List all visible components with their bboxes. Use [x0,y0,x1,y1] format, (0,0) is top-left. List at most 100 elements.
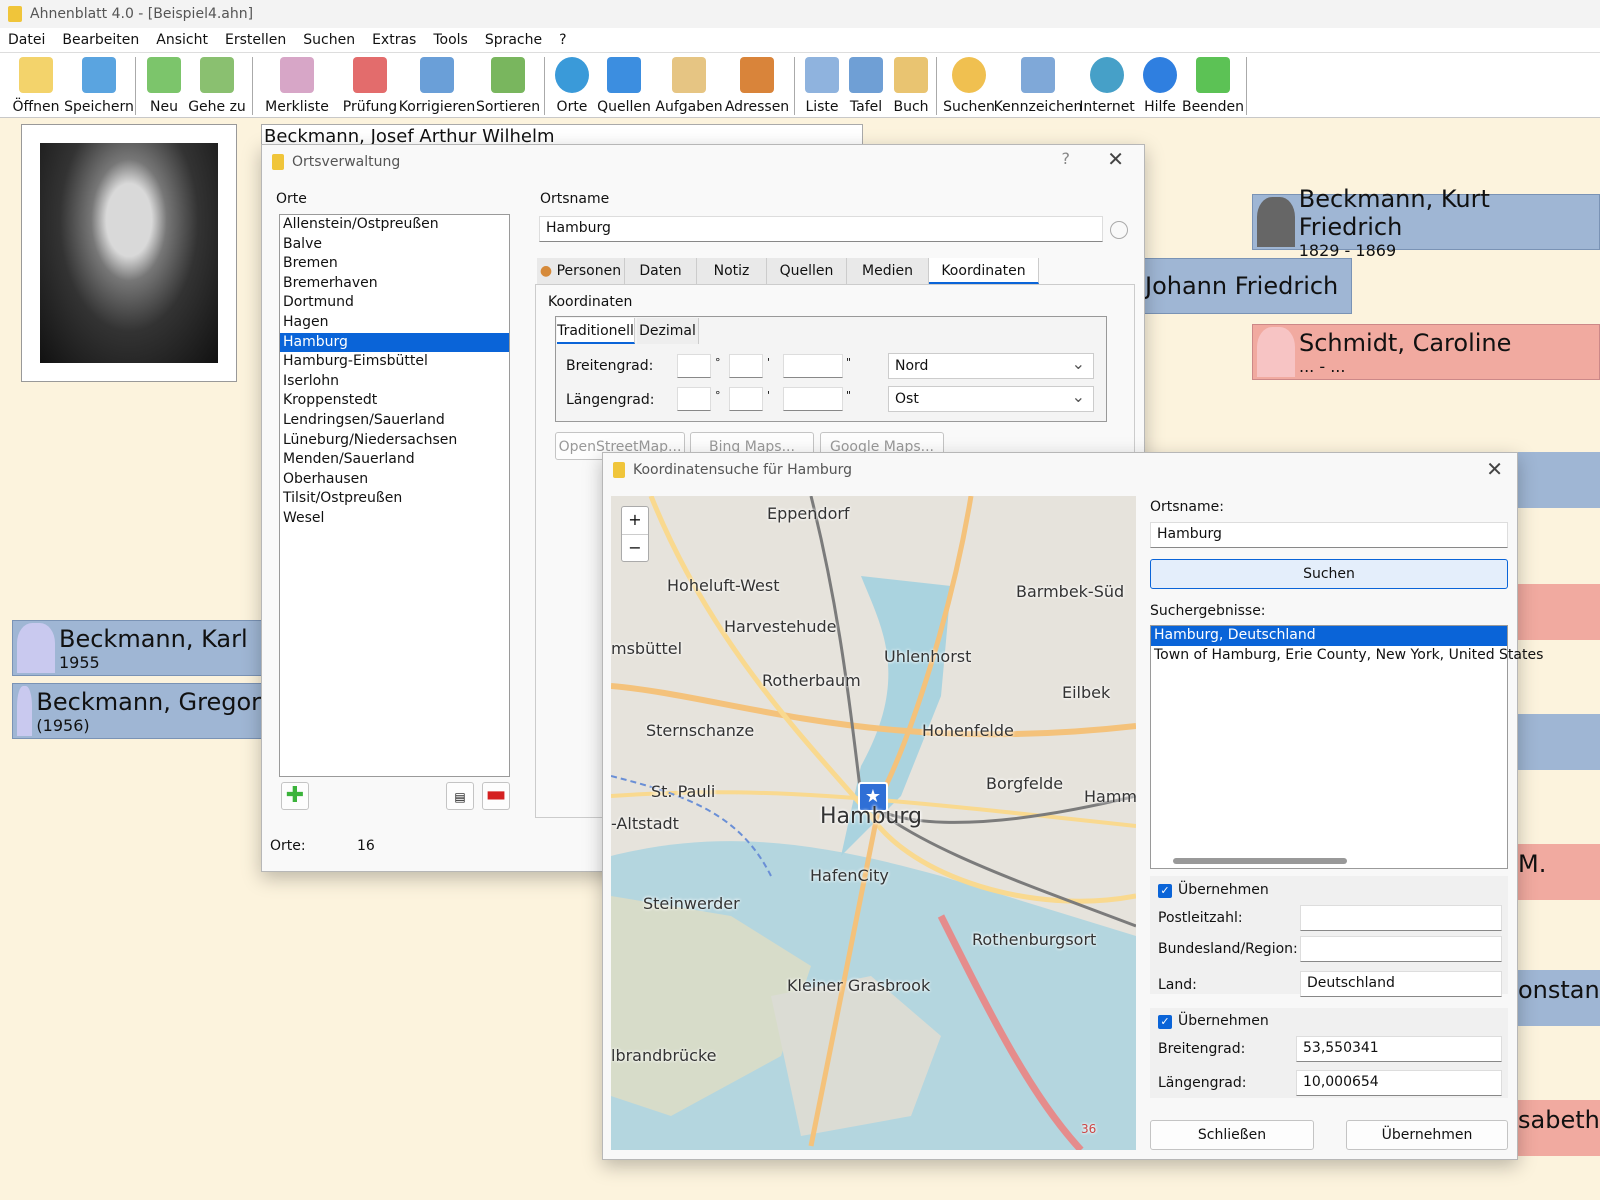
toolbar-aufgaben-button[interactable]: Aufgaben [655,55,723,117]
close-button[interactable]: Schließen [1150,1120,1314,1150]
menu-suchen[interactable]: Suchen [303,32,355,48]
person-card-kurt-friedrich[interactable]: Beckmann, Kurt Friedrich 1829 - 1869 [1252,185,1600,260]
result-item-selected[interactable]: Hamburg, Deutschland [1151,626,1507,646]
merge-place-button[interactable]: ▤ [446,782,474,810]
lon-direction-select[interactable]: Ost [888,386,1094,412]
zoom-out-button[interactable]: − [622,535,648,562]
list-item[interactable]: Dortmund [280,293,509,313]
menu-ansicht[interactable]: Ansicht [156,32,208,48]
delete-place-button[interactable]: ▬ [482,782,510,810]
tab-daten[interactable]: Daten [625,258,697,284]
list-item[interactable]: Lüneburg/Niedersachsen [280,431,509,451]
toolbar-pruefung-button[interactable]: Prüfung [342,55,398,117]
person-card-partial[interactable] [1518,584,1600,640]
uebernehmen-address-checkbox[interactable]: ✓ Übernehmen [1158,882,1269,898]
toolbar-open-button[interactable]: Öffnen [10,55,62,117]
list-item[interactable]: Hamburg-Eimsbüttel [280,352,509,372]
lon-seconds-input[interactable] [783,387,843,411]
help-icon[interactable]: ? [1062,149,1071,168]
subtab-traditionell[interactable]: Traditionell [557,318,635,344]
close-icon[interactable]: ✕ [1107,147,1124,171]
tab-koordinaten[interactable]: Koordinaten [929,258,1039,284]
toolbar-sortieren-button[interactable]: Sortieren [476,55,540,117]
result-item[interactable]: Town of Hamburg, Erie County, New York, … [1151,646,1543,666]
toolbar-merkliste-button[interactable]: Merkliste [265,55,329,117]
toolbar-adressen-button[interactable]: Adressen [725,55,789,117]
list-item[interactable]: Balve [280,235,509,255]
list-item[interactable]: Iserlohn [280,372,509,392]
toolbar-goto-button[interactable]: Gehe zu [188,55,246,117]
tab-notiz[interactable]: Notiz [697,258,767,284]
person-card-partial[interactable] [1518,452,1600,508]
toolbar-internet-button[interactable]: Internet [1079,55,1135,117]
list-item[interactable]: Menden/Sauerland [280,450,509,470]
toolbar-hilfe-button[interactable]: Hilfe [1140,55,1180,117]
tab-quellen[interactable]: Quellen [767,258,847,284]
toolbar-quellen-button[interactable]: Quellen [597,55,651,117]
ortsname-input[interactable]: Hamburg [539,216,1103,242]
land-input[interactable]: Deutschland [1300,971,1502,997]
koord-ortsname-input[interactable]: Hamburg [1150,522,1508,548]
list-item[interactable]: Bremerhaven [280,274,509,294]
close-icon[interactable]: ✕ [1486,457,1503,481]
toolbar-korrigieren-button[interactable]: Korrigieren [399,55,475,117]
person-card-partial[interactable] [1518,714,1600,770]
toolbar-suchen-button[interactable]: Suchen [943,55,995,117]
menu-help[interactable]: ? [559,32,566,48]
search-results-list[interactable]: Hamburg, Deutschland Town of Hamburg, Er… [1150,625,1543,869]
person-card-partial[interactable]: onstant [1518,970,1600,1026]
places-list[interactable]: Allenstein/Ostpreußen Balve Bremen Breme… [279,214,510,777]
list-item[interactable]: Lendringsen/Sauerland [280,411,509,431]
add-place-button[interactable]: ✚ [281,782,309,810]
menu-tools[interactable]: Tools [433,32,468,48]
menu-datei[interactable]: Datei [8,32,45,48]
toolbar-save-button[interactable]: Speichern [64,55,134,117]
menu-erstellen[interactable]: Erstellen [225,32,286,48]
lat-degrees-input[interactable] [677,354,711,378]
toolbar-kennzeichen-button[interactable]: Kennzeichen [994,55,1082,117]
person-card-karl-beckmann[interactable]: Beckmann, Karl 1955 [12,620,262,676]
toolbar-new-button[interactable]: Neu [146,55,182,117]
list-item[interactable]: Bremen [280,254,509,274]
person-card-partial[interactable]: sabeth [1518,1100,1600,1156]
person-card-gregor-beckmann[interactable]: Beckmann, Gregor (1956) [12,683,262,739]
lat-seconds-input[interactable] [783,354,843,378]
toolbar-buch-button[interactable]: Buch [892,55,930,117]
region-input[interactable] [1300,936,1502,962]
lon-degrees-input[interactable] [677,387,711,411]
list-item[interactable]: Kroppenstedt [280,391,509,411]
subtab-dezimal[interactable]: Dezimal [637,318,699,344]
menu-extras[interactable]: Extras [372,32,416,48]
apply-button[interactable]: Übernehmen [1346,1120,1508,1150]
toolbar-separator [135,57,136,115]
list-item[interactable]: Allenstein/Ostpreußen [280,215,509,235]
lon-minutes-input[interactable] [729,387,763,411]
search-button[interactable]: Suchen [1150,559,1508,589]
list-item[interactable]: Hagen [280,313,509,333]
list-item-selected[interactable]: Hamburg [280,332,509,353]
toolbar-beenden-button[interactable]: Beenden [1182,55,1244,117]
lat-minutes-input[interactable] [729,354,763,378]
toolbar-tafel-button[interactable]: Tafel [848,55,884,117]
osm-map[interactable]: + − Eppendorf Hoheluft-West Barmbek-Süd … [611,496,1136,1150]
horizontal-scrollbar[interactable] [1173,858,1347,864]
tab-personen[interactable]: ● Personen [537,258,625,284]
list-item[interactable]: Tilsit/Ostpreußen [280,489,509,509]
menu-bearbeiten[interactable]: Bearbeiten [62,32,139,48]
verify-icon[interactable] [1110,221,1128,239]
toolbar-liste-button[interactable]: Liste [804,55,840,117]
list-item[interactable]: Wesel [280,509,509,529]
breitengrad-input[interactable]: 53,550341 [1296,1036,1502,1062]
plz-input[interactable] [1300,905,1502,931]
lat-direction-select[interactable]: Nord [888,353,1094,379]
tab-medien[interactable]: Medien [847,258,929,284]
uebernehmen-coords-checkbox[interactable]: ✓ Übernehmen [1158,1013,1269,1029]
laengengrad-input[interactable]: 10,000654 [1296,1070,1502,1096]
list-item[interactable]: Oberhausen [280,470,509,490]
person-card-partial[interactable]: M. [1518,844,1600,900]
zoom-in-button[interactable]: + [622,507,648,535]
menu-sprache[interactable]: Sprache [485,32,542,48]
toolbar-orte-button[interactable]: Orte [554,55,590,117]
person-card-caroline-schmidt[interactable]: Schmidt, Caroline... - ... [1252,324,1600,380]
person-card-johann-friedrich[interactable]: Johann Friedrich [1140,258,1352,314]
